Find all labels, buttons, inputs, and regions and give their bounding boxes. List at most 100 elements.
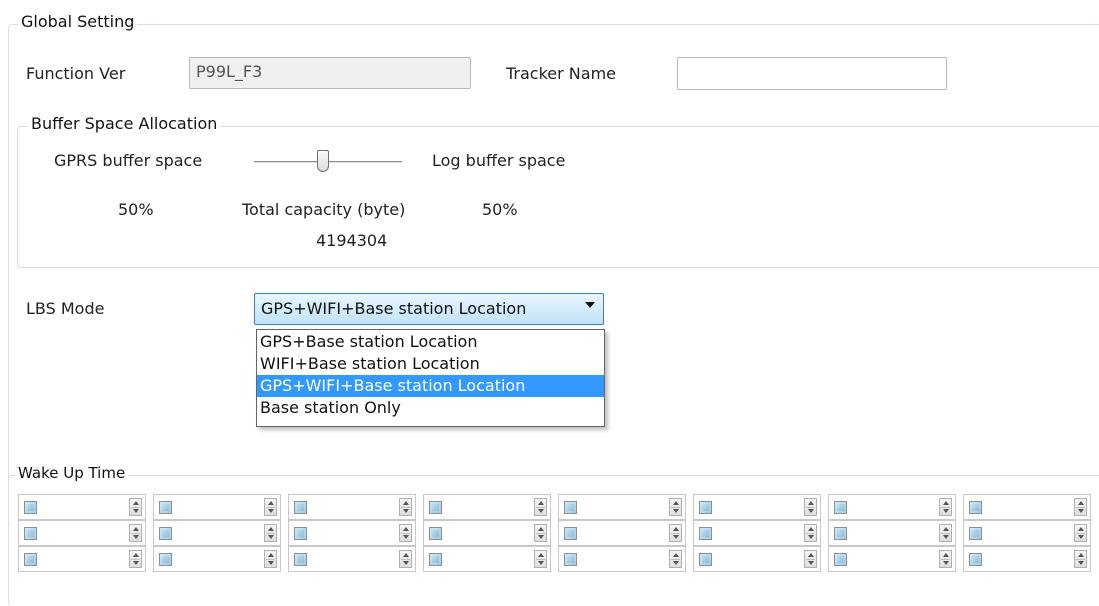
wake-time-spinner[interactable] <box>534 550 547 568</box>
wake-time-checkbox[interactable] <box>834 501 847 514</box>
wake-time-spinner[interactable] <box>804 498 817 516</box>
wake-time-spinner[interactable] <box>399 524 412 542</box>
spin-up-icon[interactable] <box>538 527 544 531</box>
wake-time-spinner[interactable] <box>534 524 547 542</box>
spin-up-icon[interactable] <box>673 527 679 531</box>
spin-up-icon[interactable] <box>268 501 274 505</box>
wake-time-checkbox[interactable] <box>24 527 37 540</box>
spin-up-icon[interactable] <box>1078 553 1084 557</box>
spin-down-icon[interactable] <box>538 509 544 513</box>
lbs-option-wifi-base[interactable]: WIFI+Base station Location <box>257 353 604 375</box>
wake-time-checkbox[interactable] <box>564 553 577 566</box>
wake-time-checkbox[interactable] <box>159 553 172 566</box>
spin-up-icon[interactable] <box>133 527 139 531</box>
lbs-option-gps-wifi-base[interactable]: GPS+WIFI+Base station Location <box>257 375 604 397</box>
wake-time-spinner[interactable] <box>669 498 682 516</box>
wake-time-spinner[interactable] <box>264 524 277 542</box>
tracker-name-input[interactable] <box>677 57 947 90</box>
spin-down-icon[interactable] <box>808 509 814 513</box>
spin-up-icon[interactable] <box>673 501 679 505</box>
wake-time-spinner[interactable] <box>264 550 277 568</box>
wake-time-spinner[interactable] <box>534 498 547 516</box>
wake-time-checkbox[interactable] <box>834 527 847 540</box>
wake-time-spinner[interactable] <box>939 550 952 568</box>
wake-time-checkbox[interactable] <box>24 553 37 566</box>
wake-time-spinner[interactable] <box>1074 498 1087 516</box>
wake-time-checkbox[interactable] <box>429 501 442 514</box>
spin-up-icon[interactable] <box>403 501 409 505</box>
wake-time-spinner[interactable] <box>1074 550 1087 568</box>
spin-down-icon[interactable] <box>538 561 544 565</box>
wake-time-spinner[interactable] <box>669 524 682 542</box>
lbs-option-gps-base[interactable]: GPS+Base station Location <box>257 331 604 353</box>
spin-up-icon[interactable] <box>808 527 814 531</box>
spin-down-icon[interactable] <box>808 535 814 539</box>
wake-time-checkbox[interactable] <box>699 527 712 540</box>
wake-time-checkbox[interactable] <box>429 553 442 566</box>
wake-time-checkbox[interactable] <box>969 527 982 540</box>
wake-time-spinner[interactable] <box>939 498 952 516</box>
spin-up-icon[interactable] <box>538 553 544 557</box>
wake-time-spinner[interactable] <box>804 550 817 568</box>
wake-time-spinner[interactable] <box>939 524 952 542</box>
spin-down-icon[interactable] <box>673 535 679 539</box>
wake-time-checkbox[interactable] <box>564 501 577 514</box>
wake-time-spinner[interactable] <box>804 524 817 542</box>
wake-time-spinner[interactable] <box>129 524 142 542</box>
spin-up-icon[interactable] <box>1078 527 1084 531</box>
spin-down-icon[interactable] <box>943 535 949 539</box>
spin-down-icon[interactable] <box>133 535 139 539</box>
spin-up-icon[interactable] <box>133 553 139 557</box>
spin-up-icon[interactable] <box>673 553 679 557</box>
wake-time-checkbox[interactable] <box>159 527 172 540</box>
spin-down-icon[interactable] <box>1078 509 1084 513</box>
spin-down-icon[interactable] <box>673 561 679 565</box>
chevron-down-icon[interactable] <box>585 302 595 308</box>
buffer-slider-thumb[interactable] <box>316 150 329 172</box>
spin-down-icon[interactable] <box>268 509 274 513</box>
spin-up-icon[interactable] <box>808 501 814 505</box>
wake-time-checkbox[interactable] <box>969 553 982 566</box>
wake-time-checkbox[interactable] <box>564 527 577 540</box>
wake-time-checkbox[interactable] <box>834 553 847 566</box>
spin-up-icon[interactable] <box>943 527 949 531</box>
wake-time-spinner[interactable] <box>399 550 412 568</box>
spin-down-icon[interactable] <box>133 509 139 513</box>
spin-up-icon[interactable] <box>268 527 274 531</box>
wake-time-spinner[interactable] <box>399 498 412 516</box>
spin-down-icon[interactable] <box>403 561 409 565</box>
spin-down-icon[interactable] <box>268 561 274 565</box>
wake-time-checkbox[interactable] <box>159 501 172 514</box>
spin-down-icon[interactable] <box>403 509 409 513</box>
wake-time-spinner[interactable] <box>669 550 682 568</box>
spin-down-icon[interactable] <box>673 509 679 513</box>
spin-up-icon[interactable] <box>538 501 544 505</box>
wake-time-checkbox[interactable] <box>294 501 307 514</box>
spin-down-icon[interactable] <box>1078 561 1084 565</box>
wake-time-spinner[interactable] <box>129 550 142 568</box>
wake-time-checkbox[interactable] <box>699 501 712 514</box>
spin-down-icon[interactable] <box>268 535 274 539</box>
spin-down-icon[interactable] <box>133 561 139 565</box>
spin-up-icon[interactable] <box>1078 501 1084 505</box>
spin-up-icon[interactable] <box>268 553 274 557</box>
spin-up-icon[interactable] <box>943 553 949 557</box>
spin-down-icon[interactable] <box>943 561 949 565</box>
spin-up-icon[interactable] <box>403 553 409 557</box>
spin-up-icon[interactable] <box>133 501 139 505</box>
spin-up-icon[interactable] <box>943 501 949 505</box>
spin-down-icon[interactable] <box>1078 535 1084 539</box>
wake-time-spinner[interactable] <box>264 498 277 516</box>
spin-up-icon[interactable] <box>808 553 814 557</box>
lbs-option-base-only[interactable]: Base station Only <box>257 397 604 419</box>
wake-time-spinner[interactable] <box>1074 524 1087 542</box>
wake-time-spinner[interactable] <box>129 498 142 516</box>
spin-down-icon[interactable] <box>943 509 949 513</box>
wake-time-checkbox[interactable] <box>294 553 307 566</box>
spin-down-icon[interactable] <box>808 561 814 565</box>
wake-time-checkbox[interactable] <box>969 501 982 514</box>
lbs-mode-select[interactable]: GPS+WIFI+Base station Location <box>254 293 604 325</box>
wake-time-checkbox[interactable] <box>294 527 307 540</box>
spin-down-icon[interactable] <box>538 535 544 539</box>
wake-time-checkbox[interactable] <box>429 527 442 540</box>
